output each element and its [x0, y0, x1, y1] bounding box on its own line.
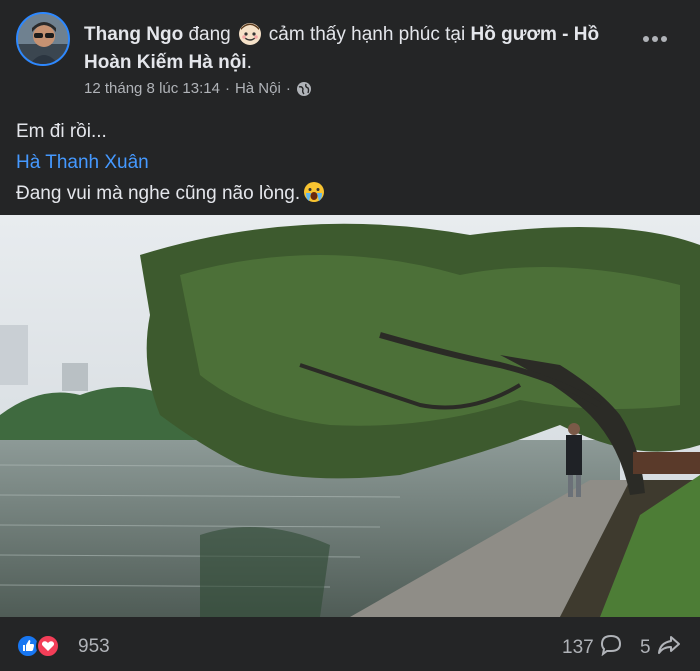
share-count: 5 — [640, 637, 651, 658]
post-footer: 953 137 5 — [0, 620, 700, 671]
location-part-1: Hồ gươm - — [470, 24, 569, 45]
post-body: Em đi rồi... Hà Thanh Xuân Đang vui mà n… — [16, 116, 325, 209]
share-icon — [657, 634, 681, 662]
more-dots-icon — [643, 36, 667, 42]
post-photo[interactable] — [0, 215, 700, 617]
reaction-count[interactable]: 953 — [78, 636, 110, 658]
happy-face-icon — [237, 20, 263, 46]
post-line-1: Em đi rồi... — [16, 121, 107, 142]
author-avatar[interactable] — [16, 12, 70, 66]
globe-icon[interactable] — [296, 81, 312, 97]
post-timestamp[interactable]: 12 tháng 8 lúc 13:14 — [84, 80, 220, 97]
more-options-button[interactable] — [640, 24, 670, 54]
crying-face-emoji — [303, 181, 325, 203]
meta-separator-2: · — [285, 80, 291, 97]
post-header: Thang Ngo đang cảm thấy hạnh phúc tại Hồ … — [0, 0, 700, 110]
post-line-3-text: Đang vui mà nghe cũng não lòng. — [16, 183, 301, 204]
tagged-profile-link[interactable]: Hà Thanh Xuân — [16, 147, 325, 178]
comment-count: 137 — [562, 637, 594, 658]
post-title: Thang Ngo đang cảm thấy hạnh phúc tại Hồ … — [84, 20, 624, 77]
post-city[interactable]: Hà Nội — [235, 80, 281, 97]
meta-separator: · — [224, 80, 230, 97]
comment-icon — [600, 634, 622, 662]
love-icon — [36, 634, 60, 658]
like-icon — [16, 634, 40, 658]
comment-count-button[interactable]: 137 — [562, 634, 622, 662]
post-line-3: Đang vui mà nghe cũng não lòng. — [16, 178, 325, 209]
feeling-verb: đang — [188, 24, 231, 45]
reaction-icons[interactable] — [16, 634, 72, 658]
author-name[interactable]: Thang Ngo — [84, 24, 183, 45]
share-count-button[interactable]: 5 — [640, 634, 681, 662]
location-end: . — [246, 52, 252, 73]
post-meta: 12 tháng 8 lúc 13:14 · Hà Nội · — [84, 80, 312, 97]
feeling-text: cảm thấy hạnh phúc tại — [268, 24, 466, 45]
